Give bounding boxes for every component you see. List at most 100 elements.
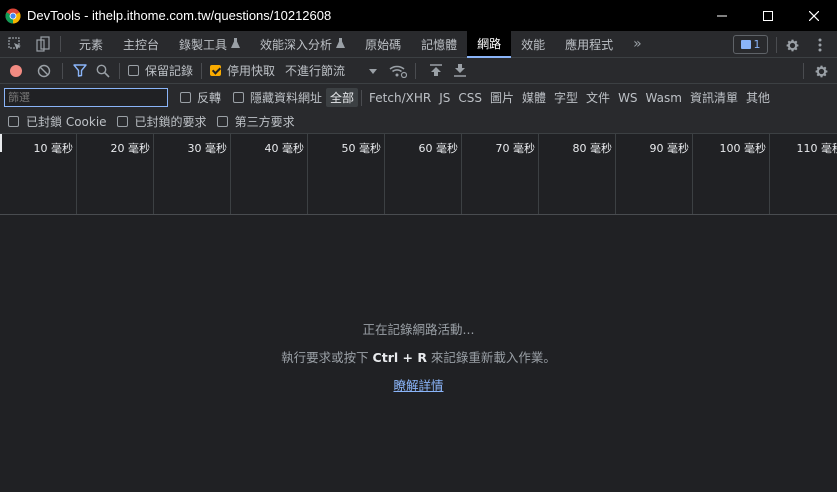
tab-8[interactable]: 應用程式 [555,31,623,58]
third-party-label[interactable]: 第三方要求 [235,113,295,130]
tab-label: 效能深入分析 [260,37,333,52]
timeline-tick: 20 毫秒 [77,134,154,214]
timeline-overview[interactable]: 10 毫秒 20 毫秒 30 毫秒 40 毫秒 50 毫秒 60 毫秒 70 毫秒 80 毫秒… [0,134,837,215]
requests-panel: 正在記錄網路活動... 執行要求或按下 Ctrl + R 來記錄重新載入作業。 … [0,216,837,492]
tab-5[interactable]: 記憶體 [411,31,467,58]
learn-more-link[interactable]: 瞭解詳情 [393,378,443,393]
type-filter-8[interactable]: WS [614,90,641,106]
tab-label: 網路 [477,36,502,51]
tab-label: 主控台 [123,37,160,52]
throttling-select[interactable]: 不進行節流 [285,62,378,79]
timeline-tick: 80 毫秒 [539,134,616,214]
record-button[interactable] [0,64,32,78]
filter-bar: 反轉 隱藏資料網址 全部 Fetch/XHRJSCSS圖片媒體字型文件WSWasm… [0,84,837,134]
minimize-icon[interactable] [699,0,745,31]
tab-1[interactable]: 主控台 [113,31,169,58]
tab-6[interactable]: 網路 [467,30,512,58]
experiment-flask-icon [336,37,346,51]
tab-label: 錄製工具 [179,37,228,52]
more-tabs-button[interactable]: » [623,31,652,58]
clear-icon[interactable] [32,64,56,78]
timeline-tick-label: 20 毫秒 [110,142,151,155]
network-conditions-icon[interactable] [385,64,411,78]
divider [62,62,63,79]
network-settings-gear-icon[interactable] [813,63,829,79]
divider [119,62,120,79]
timeline-tick: 110 毫秒 [770,134,837,214]
blocked-requests-checkbox[interactable] [116,116,128,127]
timeline-tick-label: 90 毫秒 [649,142,690,155]
filter-icon[interactable] [69,64,91,77]
throttling-value: 不進行節流 [285,64,346,78]
hide-data-urls-checkbox[interactable] [233,92,245,103]
more-options-icon[interactable] [812,37,828,53]
timeline-tick-label: 40 毫秒 [264,142,305,155]
divider [415,62,417,79]
issues-icon [740,40,751,49]
blocked-requests-label[interactable]: 已封鎖的要求 [135,113,207,130]
reload-hint-text-end: 來記錄重新載入作業。 [426,350,556,365]
type-filter-4[interactable]: 圖片 [486,88,518,107]
hide-data-urls-label[interactable]: 隱藏資料網址 [250,89,322,106]
divider [201,62,203,79]
timeline-tick: 90 毫秒 [616,134,693,214]
timeline-tick-label: 100 毫秒 [719,142,767,155]
disable-cache-checkbox[interactable] [210,65,222,76]
panel-tab-bar: 元素 主控台 錄製工具 效能深入分析 原始碼 記憶體 網路 效能 應用程式 » 1 [0,30,837,58]
type-filter-0[interactable]: 全部 [326,88,359,107]
divider [361,89,363,106]
tab-7[interactable]: 效能 [511,31,555,58]
inspect-element-icon[interactable] [0,31,30,58]
type-filter-11[interactable]: 其他 [742,88,774,107]
tab-label: 應用程式 [565,37,614,52]
type-filter-7[interactable]: 文件 [582,88,614,107]
divider [60,36,61,52]
type-filter-9[interactable]: Wasm [642,90,686,106]
third-party-checkbox[interactable] [216,116,228,127]
timeline-tick: 50 毫秒 [308,134,385,214]
close-icon[interactable] [791,0,837,31]
type-filter-10[interactable]: 資訊清單 [686,88,742,107]
filter-input[interactable] [4,88,168,107]
reload-hint: 執行要求或按下 Ctrl + R 來記錄重新載入作業。 [0,347,837,366]
tab-4[interactable]: 原始碼 [355,31,411,58]
type-filter-2[interactable]: JS [435,90,454,106]
timeline-tick: 60 毫秒 [385,134,462,214]
title-bar: DevTools - ithelp.ithome.com.tw/question… [0,0,837,31]
preserve-log-checkbox[interactable] [128,65,139,76]
maximize-icon[interactable] [745,0,791,31]
tab-3[interactable]: 效能深入分析 [250,31,355,58]
settings-gear-icon[interactable] [784,37,800,53]
timeline-tick-label: 50 毫秒 [341,142,382,155]
invert-label[interactable]: 反轉 [197,89,221,106]
export-har-icon[interactable] [448,64,472,77]
invert-checkbox[interactable] [180,92,191,103]
type-filter-1[interactable]: Fetch/XHR [365,90,435,106]
import-har-icon[interactable] [424,64,448,77]
timeline-tick-label: 70 毫秒 [495,142,536,155]
disable-cache-label[interactable]: 停用快取 [227,62,275,79]
tab-label: 原始碼 [365,37,402,52]
tab-label: 記憶體 [421,37,458,52]
timeline-tick: 30 毫秒 [154,134,231,214]
preserve-log-label[interactable]: 保留記錄 [145,62,193,79]
tab-0[interactable]: 元素 [69,31,113,58]
device-toolbar-icon[interactable] [30,31,56,58]
blocked-cookies-checkbox[interactable] [8,116,19,127]
timeline-tick-label: 80 毫秒 [572,142,613,155]
dropdown-arrow-icon [369,64,378,78]
reload-shortcut: Ctrl + R [372,350,427,365]
divider [803,63,804,79]
search-icon[interactable] [91,64,115,78]
timeline-tick: 70 毫秒 [462,134,539,214]
type-filter-3[interactable]: CSS [454,90,486,106]
tab-2[interactable]: 錄製工具 [169,31,250,58]
issues-count: 1 [753,38,761,51]
issues-badge[interactable]: 1 [733,35,768,54]
type-filter-5[interactable]: 媒體 [518,88,550,107]
timeline-tick-label: 10 毫秒 [33,142,74,155]
tab-label: 元素 [79,37,104,52]
type-filter-6[interactable]: 字型 [550,88,582,107]
blocked-cookies-label[interactable]: 已封鎖 Cookie [26,113,107,130]
timeline-tick-label: 110 毫秒 [796,142,837,155]
